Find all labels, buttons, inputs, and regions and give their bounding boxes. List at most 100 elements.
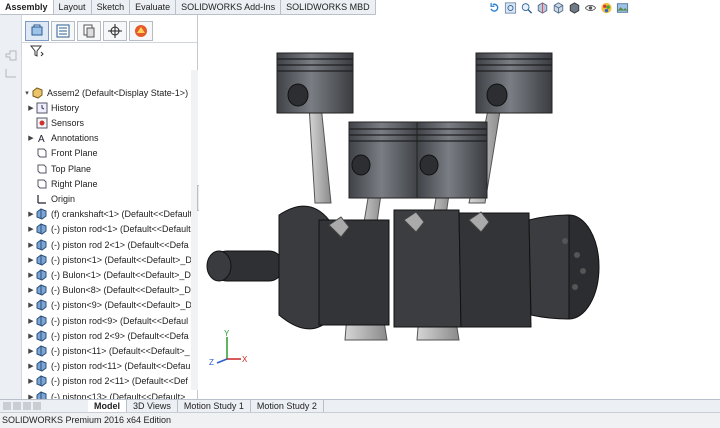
sensors-icon bbox=[36, 117, 48, 129]
status-text: SOLIDWORKS Premium 2016 x64 Edition bbox=[2, 415, 172, 425]
tab-motion-study-1[interactable]: Motion Study 1 bbox=[178, 400, 251, 412]
expand-icon[interactable]: ▶ bbox=[26, 301, 36, 309]
configuration-manager-tab[interactable] bbox=[77, 21, 101, 41]
filter-icon[interactable] bbox=[29, 45, 44, 57]
tree-item[interactable]: ▶ (-) piston rod 2<9> (Default<<Defa bbox=[22, 328, 198, 343]
feature-manager-panel: ▾ Assem2 (Default<Display State-1>) ▶ Histo… bbox=[22, 15, 198, 403]
tree-item[interactable]: ▶ (-) piston rod 2<1> (Default<<Defa bbox=[22, 237, 198, 252]
feature-manager-tab[interactable] bbox=[25, 21, 49, 41]
tree-item[interactable]: ▶ A Annotations bbox=[22, 131, 198, 146]
tab-model[interactable]: Model bbox=[88, 400, 127, 412]
expand-icon[interactable]: ▶ bbox=[26, 377, 36, 385]
command-manager-tabs: Assembly Layout Sketch Evaluate SOLIDWOR… bbox=[0, 0, 376, 15]
feature-manager-icon bbox=[31, 24, 43, 36]
triad-z-label: Z bbox=[209, 358, 214, 367]
tree-item[interactable]: Front Plane bbox=[22, 146, 198, 161]
reference-triad: Y X Z bbox=[209, 329, 248, 367]
tree-item[interactable]: ▶ (f) crankshaft<1> (Default<<Default bbox=[22, 207, 198, 222]
tree-item-label: Annotations bbox=[51, 133, 99, 144]
tree-item[interactable]: ▶ (-) Bulon<8> (Default<<Default>_D bbox=[22, 283, 198, 298]
tree-item[interactable]: ▶ (-) piston<9> (Default<<Default>_D bbox=[22, 298, 198, 313]
tree-item[interactable]: ▶ (-) piston rod 2<11> (Default<<Def bbox=[22, 374, 198, 389]
dimxpert-tab[interactable] bbox=[103, 21, 127, 41]
property-manager-tab[interactable] bbox=[51, 21, 75, 41]
tree-scrollbar[interactable] bbox=[191, 70, 198, 390]
tree-item-label: (-) piston rod<9> (Default<<Defaul bbox=[51, 315, 189, 326]
expand-icon[interactable]: ▶ bbox=[26, 317, 36, 325]
expand-icon[interactable]: ▶ bbox=[26, 134, 36, 142]
tree-item-label: (-) Bulon<1> (Default<<Default>_D bbox=[51, 269, 191, 280]
tree-item[interactable]: ▶ (-) Bulon<1> (Default<<Default>_D bbox=[22, 267, 198, 282]
view-orientation-icon[interactable] bbox=[552, 2, 565, 14]
expand-icon[interactable]: ▶ bbox=[26, 332, 36, 340]
tree-item[interactable]: ▶ (-) piston<11> (Default<<Default>_ bbox=[22, 343, 198, 358]
zoom-area-icon[interactable] bbox=[520, 2, 533, 14]
section-view-icon[interactable] bbox=[536, 2, 549, 14]
tree-item-label: (-) piston rod<1> (Default<<Default bbox=[51, 224, 191, 235]
tab-scroll-arrows[interactable] bbox=[0, 400, 88, 412]
tree-item-label: (-) piston rod 2<11> (Default<<Def bbox=[51, 376, 188, 387]
feature-manager-tabs bbox=[22, 15, 197, 43]
tree-item[interactable]: ▶ (-) piston rod<11> (Default<<Defau bbox=[22, 359, 198, 374]
bottom-tabs: Model 3D Views Motion Study 1 Motion Stu… bbox=[0, 399, 720, 412]
tree-item-label: (-) piston rod 2<9> (Default<<Defa bbox=[51, 330, 189, 341]
part-icon bbox=[36, 238, 47, 251]
collapse-icon[interactable]: ▾ bbox=[22, 89, 32, 97]
tab-assembly[interactable]: Assembly bbox=[0, 0, 54, 14]
expand-icon[interactable]: ▶ bbox=[26, 271, 36, 279]
triad-x-label: X bbox=[242, 355, 248, 364]
tab-evaluate[interactable]: Evaluate bbox=[130, 0, 177, 14]
status-bar: SOLIDWORKS Premium 2016 x64 Edition bbox=[0, 412, 720, 428]
tab-sketch[interactable]: Sketch bbox=[92, 0, 131, 14]
part-ghost-icon bbox=[5, 50, 17, 61]
graphics-area[interactable]: Y X Z bbox=[199, 15, 720, 400]
tree-item-label: Front Plane bbox=[51, 148, 98, 159]
appearance-icon[interactable] bbox=[600, 2, 613, 14]
part-icon bbox=[36, 345, 47, 357]
hide-show-icon[interactable] bbox=[584, 2, 597, 14]
assembly-icon bbox=[32, 86, 43, 99]
tree-item[interactable]: Top Plane bbox=[22, 161, 198, 176]
tree-item[interactable]: Right Plane bbox=[22, 176, 198, 191]
task-pane-strip bbox=[0, 15, 22, 400]
tree-item[interactable]: ▶ (-) piston<1> (Default<<Default>_D bbox=[22, 252, 198, 267]
engine-assembly-model[interactable]: Y X Z bbox=[199, 15, 720, 400]
expand-icon[interactable]: ▶ bbox=[26, 347, 36, 355]
part-icon bbox=[36, 330, 47, 342]
display-manager-tab[interactable] bbox=[129, 21, 153, 41]
piston-left-rear bbox=[276, 52, 354, 114]
tree-item-label: (-) piston<11> (Default<<Default>_ bbox=[51, 345, 190, 356]
history-icon bbox=[36, 102, 48, 114]
tree-item[interactable]: ▶ (-) piston rod<1> (Default<<Default bbox=[22, 222, 198, 237]
expand-icon[interactable]: ▶ bbox=[26, 362, 36, 370]
part-icon bbox=[36, 375, 47, 387]
tree-item[interactable]: ▶ (-) piston rod<9> (Default<<Defaul bbox=[22, 313, 198, 328]
expand-icon[interactable]: ▶ bbox=[26, 286, 36, 294]
rotate-icon[interactable] bbox=[488, 2, 501, 14]
display-style-icon[interactable] bbox=[568, 2, 581, 14]
tree-filter[interactable] bbox=[22, 43, 197, 59]
tree-item[interactable]: Sensors bbox=[22, 115, 198, 130]
triad-y-label: Y bbox=[224, 329, 230, 338]
tab-layout[interactable]: Layout bbox=[54, 0, 92, 14]
tab-solidworks-add-ins[interactable]: SOLIDWORKS Add-Ins bbox=[176, 0, 282, 14]
plane-icon bbox=[37, 179, 47, 189]
heads-up-view-toolbar bbox=[488, 2, 629, 14]
scene-icon[interactable] bbox=[616, 2, 629, 14]
part-icon bbox=[36, 223, 47, 235]
expand-icon[interactable]: ▶ bbox=[26, 225, 36, 233]
tree-item-label: (-) piston rod<11> (Default<<Defau bbox=[51, 361, 191, 372]
tree-item[interactable]: ▶ History bbox=[22, 100, 198, 115]
expand-icon[interactable]: ▶ bbox=[26, 104, 36, 112]
tab-3d-views[interactable]: 3D Views bbox=[127, 400, 178, 412]
tree-root-assembly[interactable]: ▾ Assem2 (Default<Display State-1>) bbox=[22, 85, 198, 100]
tab-motion-study-2[interactable]: Motion Study 2 bbox=[251, 400, 324, 412]
crankshaft bbox=[206, 205, 600, 330]
tree-item[interactable]: Origin bbox=[22, 191, 198, 206]
expand-icon[interactable]: ▶ bbox=[26, 241, 36, 249]
zoom-fit-icon[interactable] bbox=[504, 2, 517, 14]
expand-icon[interactable]: ▶ bbox=[26, 210, 36, 218]
expand-icon[interactable]: ▶ bbox=[26, 256, 36, 264]
tree-root-label: Assem2 (Default<Display State-1>) bbox=[47, 87, 189, 98]
tab-solidworks-mbd[interactable]: SOLIDWORKS MBD bbox=[281, 0, 376, 14]
